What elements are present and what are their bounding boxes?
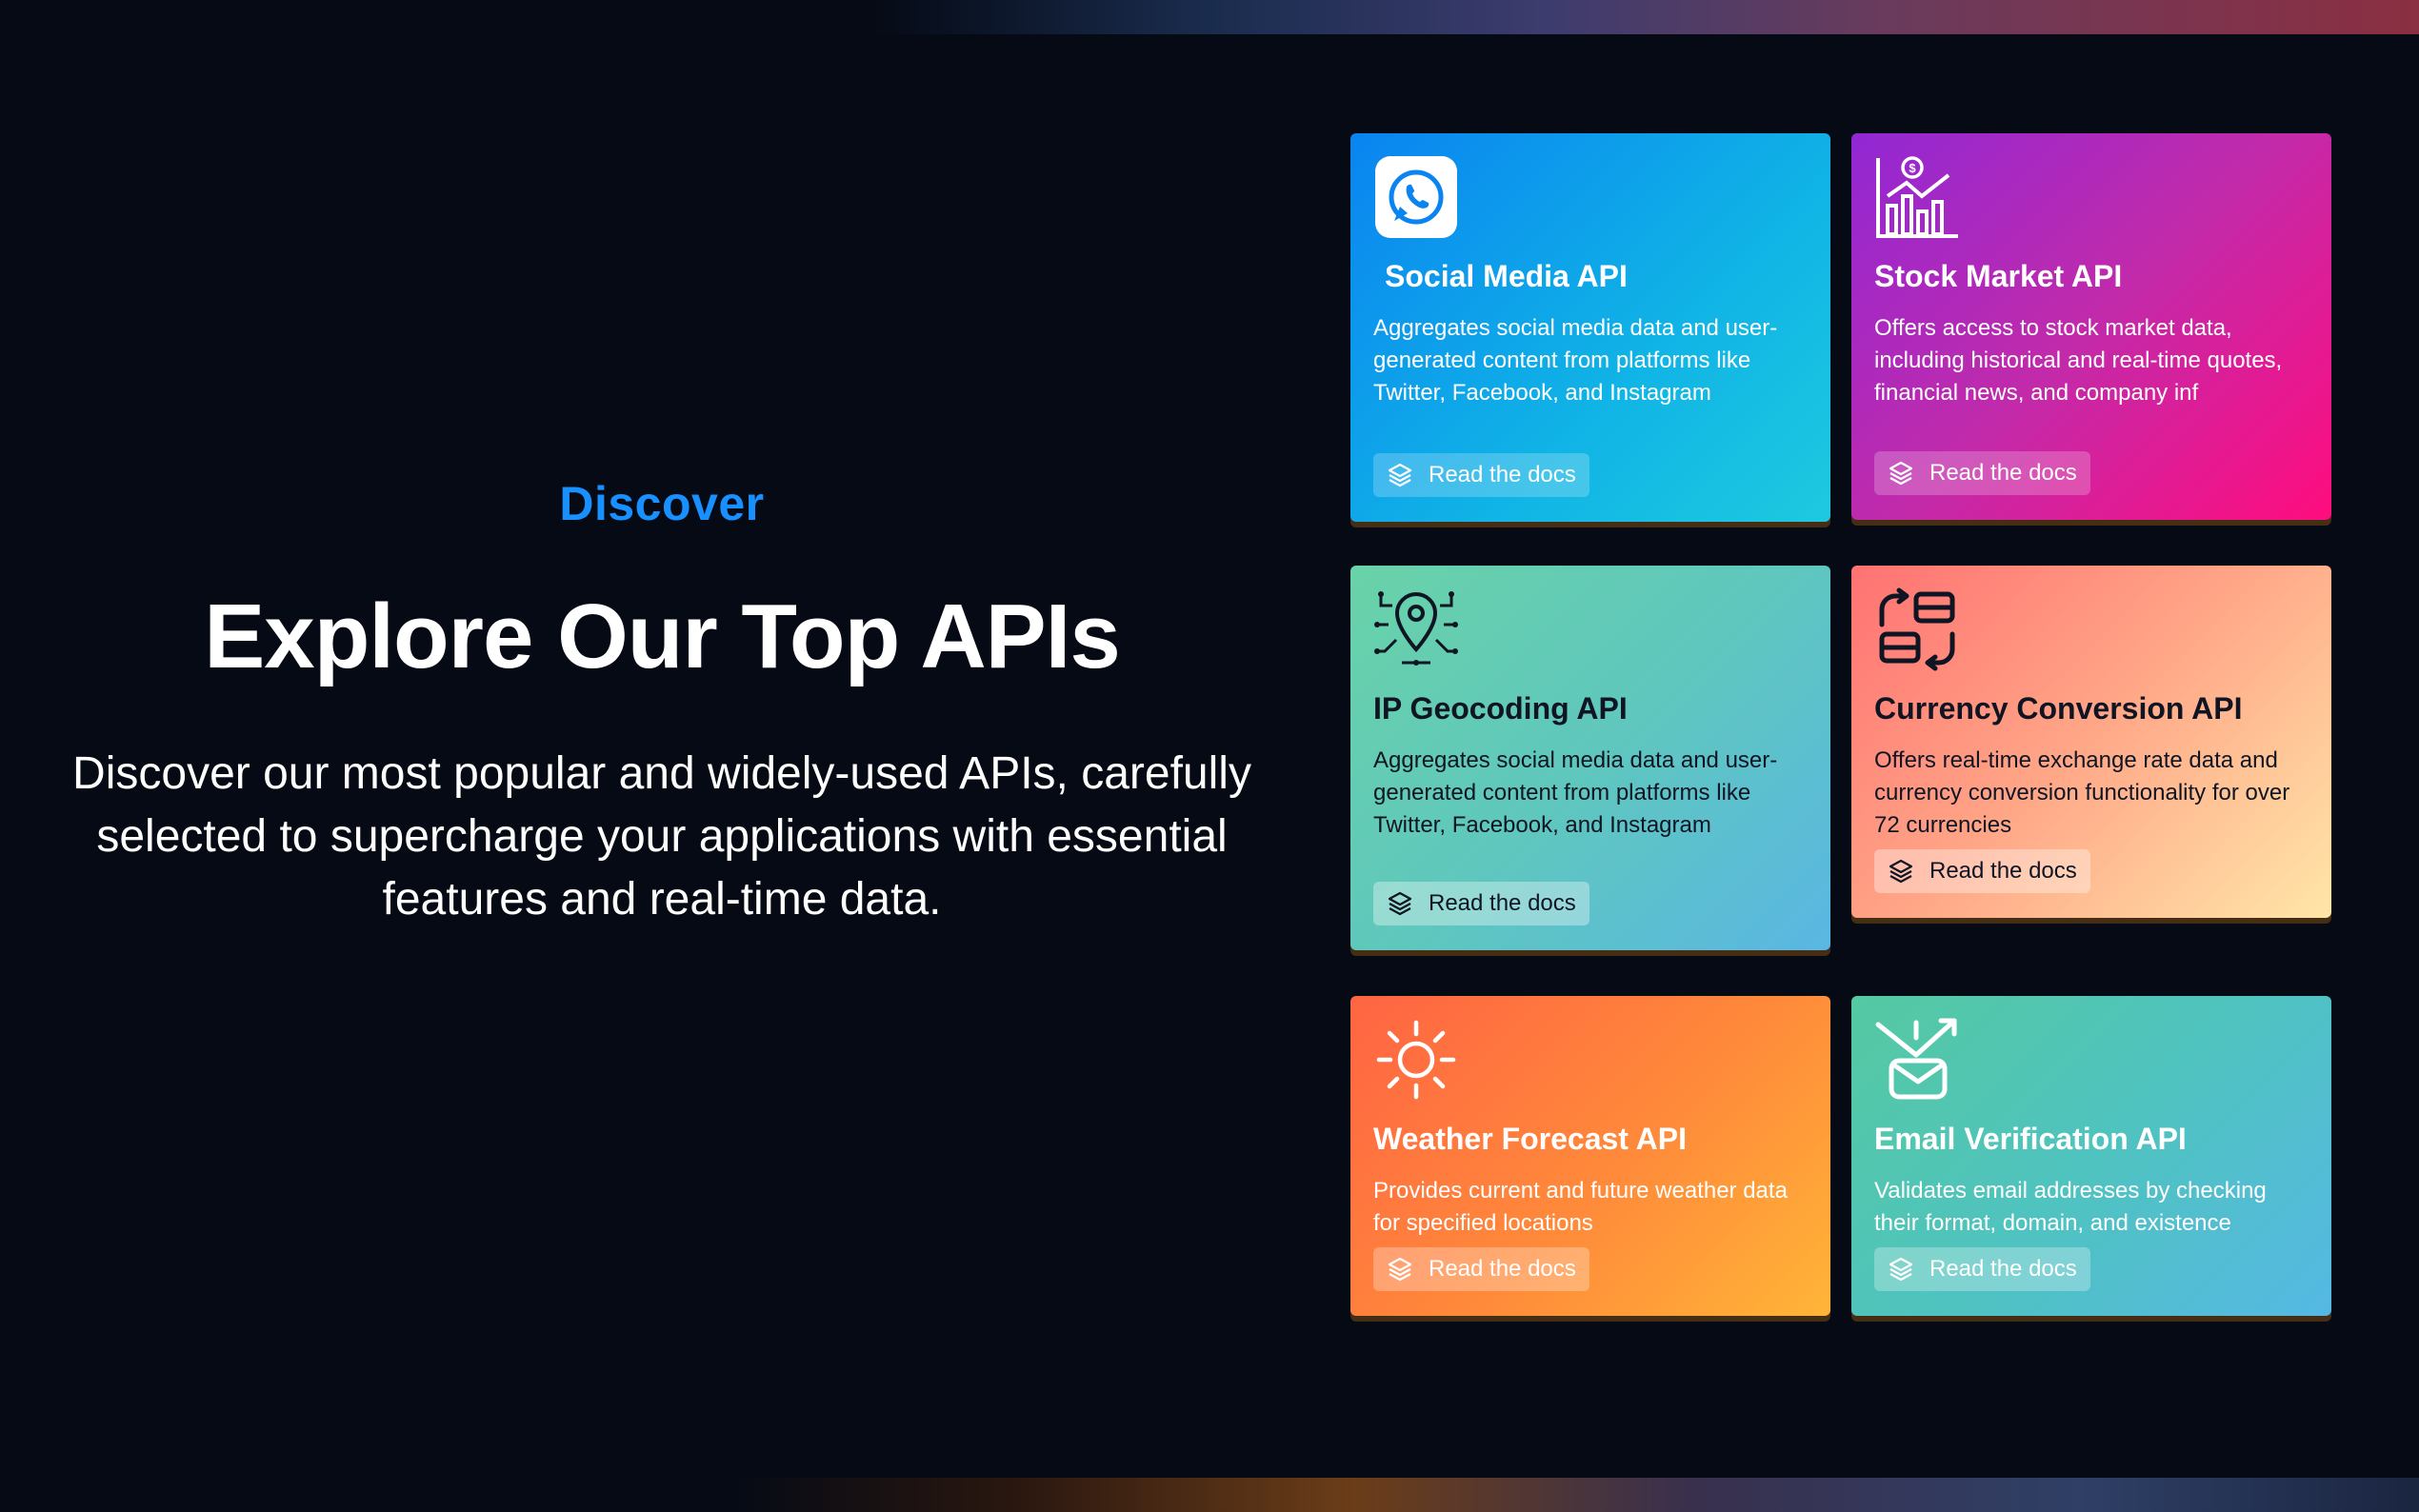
layers-icon bbox=[1888, 858, 1914, 885]
location-pin-circuit-icon bbox=[1373, 587, 1459, 672]
read-docs-label: Read the docs bbox=[1429, 1256, 1576, 1282]
sun-icon bbox=[1373, 1017, 1459, 1103]
api-card-ip-geocoding[interactable]: IP Geocoding API Aggregates social media… bbox=[1350, 566, 1830, 950]
card-description: Aggregates social media data and user-ge… bbox=[1373, 747, 1778, 838]
read-docs-label: Read the docs bbox=[1929, 460, 2077, 486]
card-title: Currency Conversion API bbox=[1874, 691, 2243, 726]
page-title: Explore Our Top APIs bbox=[204, 586, 1120, 687]
top-gradient-bar bbox=[0, 0, 2419, 34]
page: Discover Explore Our Top APIs Discover o… bbox=[0, 0, 2419, 1512]
layers-icon bbox=[1888, 460, 1914, 487]
card-description: Offers real-time exchange rate data and … bbox=[1874, 747, 2290, 838]
api-card-social-media[interactable]: Social Media API Aggregates social media… bbox=[1350, 133, 1830, 522]
api-card-currency-conversion[interactable]: Currency Conversion API Offers real-time… bbox=[1851, 566, 2331, 918]
currency-exchange-icon bbox=[1874, 587, 1960, 672]
api-card-email-verification[interactable]: Email Verification API Validates email a… bbox=[1851, 996, 2331, 1316]
section-eyebrow: Discover bbox=[559, 477, 765, 530]
card-title: IP Geocoding API bbox=[1373, 691, 1628, 726]
read-docs-label: Read the docs bbox=[1429, 890, 1576, 916]
read-docs-button[interactable]: Read the docs bbox=[1874, 849, 2090, 893]
card-title: Stock Market API bbox=[1874, 259, 2123, 293]
card-title: Weather Forecast API bbox=[1373, 1122, 1687, 1156]
card-description: Offers access to stock market data, incl… bbox=[1874, 315, 2283, 406]
layers-icon bbox=[1387, 890, 1413, 917]
read-docs-label: Read the docs bbox=[1429, 462, 1576, 487]
read-docs-label: Read the docs bbox=[1929, 858, 2077, 884]
whatsapp-icon bbox=[1373, 154, 1459, 240]
read-docs-button[interactable]: Read the docs bbox=[1373, 1247, 1589, 1291]
hero-section: Discover Explore Our Top APIs Discover o… bbox=[38, 476, 1286, 931]
layers-icon bbox=[1387, 1256, 1413, 1283]
read-docs-button[interactable]: Read the docs bbox=[1373, 882, 1589, 925]
card-title: Social Media API bbox=[1385, 259, 1628, 293]
card-description: Provides current and future weather data… bbox=[1373, 1178, 1788, 1236]
bottom-gradient-bar bbox=[0, 1478, 2419, 1512]
layers-icon bbox=[1888, 1256, 1914, 1283]
card-description: Aggregates social media data and user-ge… bbox=[1373, 315, 1778, 406]
read-docs-button[interactable]: Read the docs bbox=[1373, 453, 1589, 497]
api-card-stock-market[interactable]: $ Stock Market API Offers access to stoc… bbox=[1851, 133, 2331, 520]
layers-icon bbox=[1387, 462, 1413, 488]
read-docs-button[interactable]: Read the docs bbox=[1874, 1247, 2090, 1291]
hero-description: Discover our most popular and widely-use… bbox=[72, 748, 1251, 925]
api-card-weather-forecast[interactable]: Weather Forecast API Provides current an… bbox=[1350, 996, 1830, 1316]
card-title: Email Verification API bbox=[1874, 1122, 2187, 1156]
read-docs-label: Read the docs bbox=[1929, 1256, 2077, 1282]
stock-chart-icon: $ bbox=[1874, 154, 1960, 240]
email-check-icon bbox=[1874, 1017, 1960, 1103]
card-description: Validates email addresses by checking th… bbox=[1874, 1178, 2267, 1236]
svg-text:$: $ bbox=[1909, 161, 1916, 175]
read-docs-button[interactable]: Read the docs bbox=[1874, 451, 2090, 495]
